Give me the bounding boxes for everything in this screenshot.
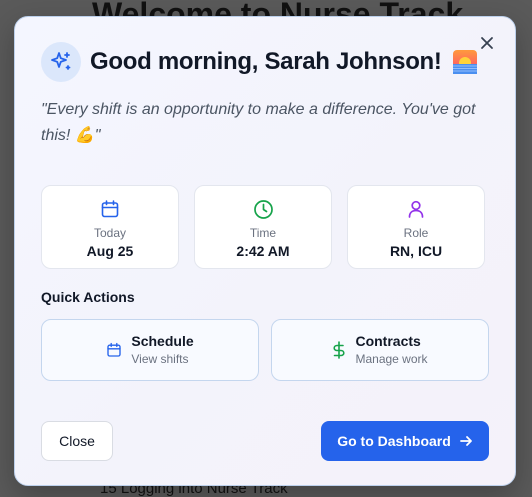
close-button[interactable]: Close xyxy=(41,421,113,461)
info-label: Role xyxy=(403,226,429,240)
info-card-time: Time 2:42 AM xyxy=(194,185,332,269)
info-label: Time xyxy=(249,226,277,240)
info-cards: Today Aug 25 Time 2:42 AM Role RN, ICU xyxy=(41,185,485,269)
info-card-today: Today Aug 25 xyxy=(41,185,179,269)
arrow-right-icon xyxy=(459,434,473,448)
action-subtitle: View shifts xyxy=(131,352,189,366)
go-to-dashboard-label: Go to Dashboard xyxy=(337,433,451,449)
info-value: Aug 25 xyxy=(86,243,134,259)
info-label: Today xyxy=(93,226,127,240)
quick-actions-title: Quick Actions xyxy=(41,289,135,305)
modal-header: Good morning, Sarah Johnson! xyxy=(41,42,478,82)
close-icon[interactable] xyxy=(477,33,497,53)
schedule-action-button[interactable]: Schedule View shifts xyxy=(41,319,259,381)
motivational-quote: "Every shift is an opportunity to make a… xyxy=(41,101,476,144)
info-value: RN, ICU xyxy=(389,243,443,259)
contracts-action-button[interactable]: Contracts Manage work xyxy=(271,319,489,381)
calendar-icon xyxy=(106,342,122,358)
calendar-icon xyxy=(100,198,120,220)
action-title: Contracts xyxy=(355,333,421,349)
info-card-role: Role RN, ICU xyxy=(347,185,485,269)
action-title: Schedule xyxy=(131,333,194,349)
dollar-icon xyxy=(332,341,346,359)
quick-actions: Schedule View shifts Contracts Manage wo… xyxy=(41,319,489,381)
sunrise-emoji-icon xyxy=(452,49,478,75)
go-to-dashboard-button[interactable]: Go to Dashboard xyxy=(321,421,489,461)
user-icon xyxy=(406,198,426,220)
action-subtitle: Manage work xyxy=(355,352,428,366)
info-value: 2:42 AM xyxy=(236,243,290,259)
clock-icon xyxy=(253,198,274,220)
greeting-title: Good morning, Sarah Johnson! xyxy=(90,48,442,75)
sparkles-icon xyxy=(41,42,81,82)
welcome-modal: Good morning, Sarah Johnson! "Every shif… xyxy=(14,16,516,486)
